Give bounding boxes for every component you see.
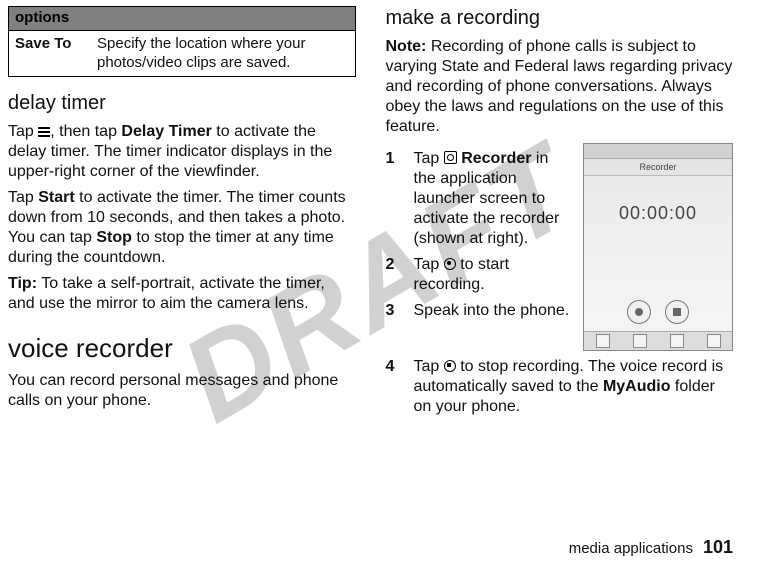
recorder-app-icon	[444, 151, 457, 164]
options-table-header: options	[9, 7, 356, 31]
save-to-key: Save To	[9, 30, 92, 77]
table-row: Save To Specify the location where your …	[9, 30, 356, 77]
left-column: options Save To Specify the location whe…	[8, 6, 356, 566]
delay-timer-heading: delay timer	[8, 91, 356, 116]
step-text: Speak into the phone.	[414, 301, 574, 321]
list-item: 2 Tap to start recording.	[386, 255, 574, 295]
bottom-icon[interactable]	[596, 334, 610, 348]
voice-recorder-heading: voice recorder	[8, 332, 356, 365]
page-content: options Save To Specify the location whe…	[0, 0, 757, 566]
step-number: 2	[386, 255, 400, 295]
tip-text: To take a self-portrait, activate the ti…	[8, 275, 325, 312]
myaudio-label: MyAudio	[603, 378, 671, 395]
list-item: 3 Speak into the phone.	[386, 301, 574, 321]
delay-timer-label: Delay Timer	[121, 123, 211, 140]
menu-icon	[38, 127, 50, 137]
footer-section-label: media applications	[569, 540, 693, 557]
screenshot-stop-button[interactable]	[665, 300, 689, 324]
stop-square-icon	[673, 308, 681, 316]
steps-list-cont: 4 Tap to stop recording. The voice recor…	[386, 357, 734, 417]
text: Tap	[8, 189, 38, 206]
step-text: Tap Recorder in the application launcher…	[414, 149, 574, 249]
note-text: Recording of phone calls is subject to v…	[386, 38, 733, 135]
step-number: 1	[386, 149, 400, 249]
text: Tap	[414, 150, 444, 167]
steps-list: 1 Tap Recorder in the application launch…	[386, 149, 574, 321]
stop-label: Stop	[96, 229, 132, 246]
screenshot-controls	[584, 300, 732, 324]
record-dot-icon	[635, 308, 643, 316]
recorder-label: Recorder	[461, 150, 531, 167]
step-number: 4	[386, 357, 400, 417]
delay-p1: Tap , then tap Delay Timer to activate t…	[8, 122, 356, 182]
text: Tap	[414, 256, 444, 273]
right-column: make a recording Note: Recording of phon…	[386, 6, 734, 566]
step-number: 3	[386, 301, 400, 321]
list-item: 4 Tap to stop recording. The voice recor…	[386, 357, 734, 417]
record-icon	[444, 258, 456, 270]
options-table: options Save To Specify the location whe…	[8, 6, 356, 77]
note-label: Note:	[386, 38, 427, 55]
screenshot-timer: 00:00:00	[584, 202, 732, 225]
start-label: Start	[38, 189, 74, 206]
bottom-icon[interactable]	[633, 334, 647, 348]
recorder-screenshot: Recorder 00:00:00	[583, 143, 733, 351]
list-item: 1 Tap Recorder in the application launch…	[386, 149, 574, 249]
screenshot-record-button[interactable]	[627, 300, 651, 324]
step-text: Tap to stop recording. The voice record …	[414, 357, 734, 417]
bottom-icon[interactable]	[707, 334, 721, 348]
voice-p1: You can record personal messages and pho…	[8, 371, 356, 411]
text: Tap	[8, 123, 38, 140]
make-recording-heading: make a recording	[386, 6, 734, 31]
page-footer: media applications 101	[569, 537, 733, 558]
make-note: Note: Recording of phone calls is subjec…	[386, 37, 734, 137]
tip-label: Tip:	[8, 275, 37, 292]
screenshot-bottom-bar	[584, 331, 732, 350]
step-text: Tap to start recording.	[414, 255, 574, 295]
delay-p2: Tap Start to activate the timer. The tim…	[8, 188, 356, 268]
text: , then tap	[50, 123, 121, 140]
stop-icon	[444, 360, 456, 372]
page-number: 101	[703, 537, 733, 558]
bottom-icon[interactable]	[670, 334, 684, 348]
save-to-val: Specify the location where your photos/v…	[91, 30, 355, 77]
screenshot-status-bar	[584, 144, 732, 159]
screenshot-title: Recorder	[584, 159, 732, 176]
steps-with-screenshot: 1 Tap Recorder in the application launch…	[386, 143, 734, 351]
delay-tip: Tip: To take a self-portrait, activate t…	[8, 274, 356, 314]
text: Tap	[414, 358, 444, 375]
